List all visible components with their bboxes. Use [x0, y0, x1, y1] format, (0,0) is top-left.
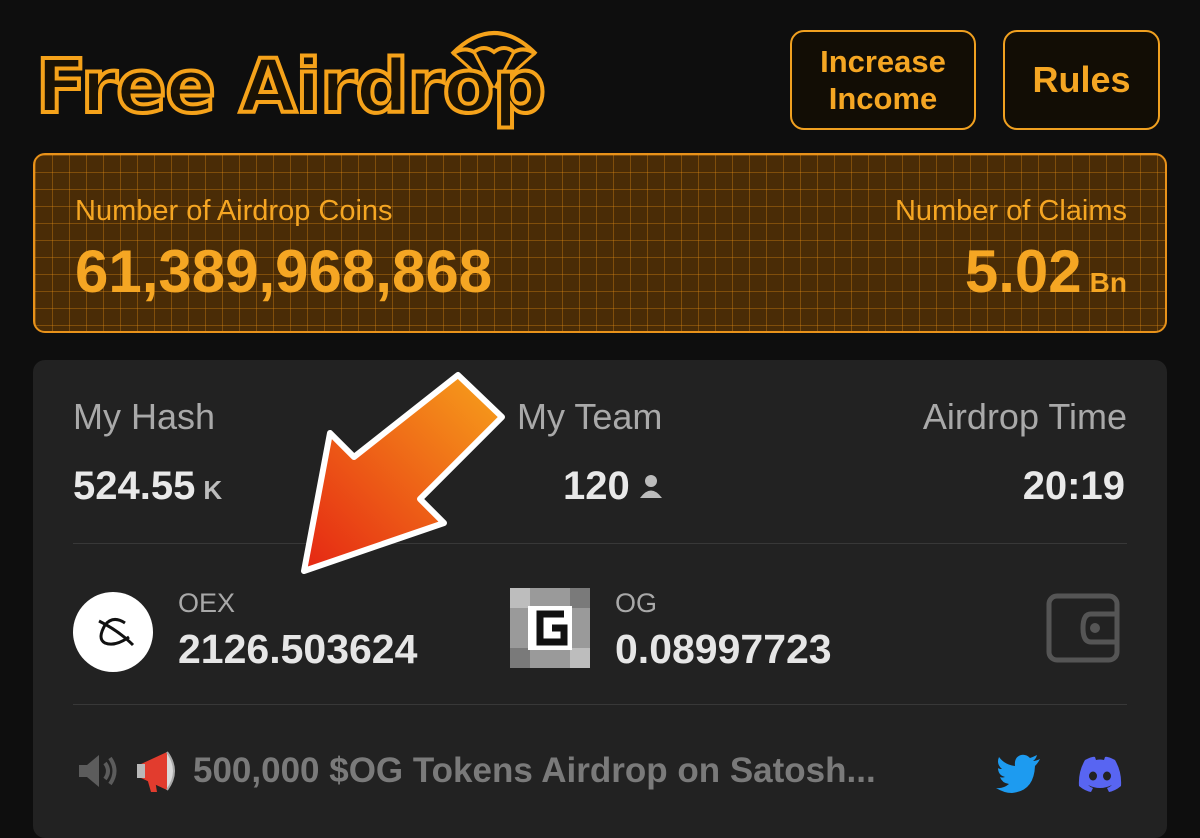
arrow-annotation [301, 372, 505, 574]
my-hash-value: 524.55 [73, 464, 196, 508]
wallet-icon[interactable] [1045, 590, 1121, 666]
my-hash-label: My Hash [73, 396, 216, 437]
divider [73, 704, 1127, 705]
divider [73, 543, 1127, 544]
my-team-label[interactable]: My Team [517, 396, 662, 438]
coin-amount-oex: 2126.503624 [178, 626, 418, 672]
coin-amount-og: 0.08997723 [615, 626, 832, 672]
claims-value-group: 5.02 Bn [965, 237, 1127, 306]
og-logo-icon [510, 588, 590, 668]
claims-label: Number of Claims [894, 195, 1127, 227]
claims-value: 5.02 [964, 238, 1082, 305]
increase-label-line1: Increase [820, 43, 946, 79]
announcement-text: 500,000 $OG Tokens Airdrop on Satosh... [193, 751, 876, 790]
airdrop-time-value: 20:19 [1022, 464, 1125, 508]
oex-logo-icon [73, 592, 153, 672]
airdrop-stats-panel: Number of Airdrop Coins 61,389,968,868 N… [33, 153, 1167, 333]
my-team-value: 120 [563, 464, 630, 508]
my-hash-value-group: 524.55 K [73, 464, 222, 509]
increase-income-button[interactable]: Increase Income [790, 30, 976, 130]
user-stats-card: My Hash 524.55 K My Team 120 Airdrop Time… [33, 360, 1167, 838]
my-team-value-group[interactable]: 120 [563, 464, 664, 509]
oex-symbol [98, 618, 135, 647]
megaphone-icon [137, 751, 175, 792]
coin-name-oex: OEX [178, 588, 236, 618]
coin-name-og: OG [615, 588, 658, 618]
my-hash-unit: K [203, 475, 223, 505]
rules-button[interactable]: Rules [1003, 30, 1160, 130]
claims-unit: Bn [1089, 267, 1127, 298]
airdrop-coins-value: 61,389,968,868 [75, 238, 493, 305]
speaker-icon[interactable] [75, 751, 121, 791]
increase-label-line2: Income [828, 81, 938, 116]
twitter-icon[interactable] [996, 754, 1042, 794]
logo-text: Free Airdrop [34, 44, 548, 130]
person-icon [639, 475, 662, 498]
discord-icon[interactable] [1077, 754, 1123, 794]
announcement-banner[interactable]: 500,000 $OG Tokens Airdrop on Satosh... [75, 748, 876, 794]
app-logo: Free Airdrop [34, 22, 566, 132]
airdrop-coins-label: Number of Airdrop Coins [75, 195, 393, 227]
airdrop-time-label: Airdrop Time [922, 396, 1127, 437]
